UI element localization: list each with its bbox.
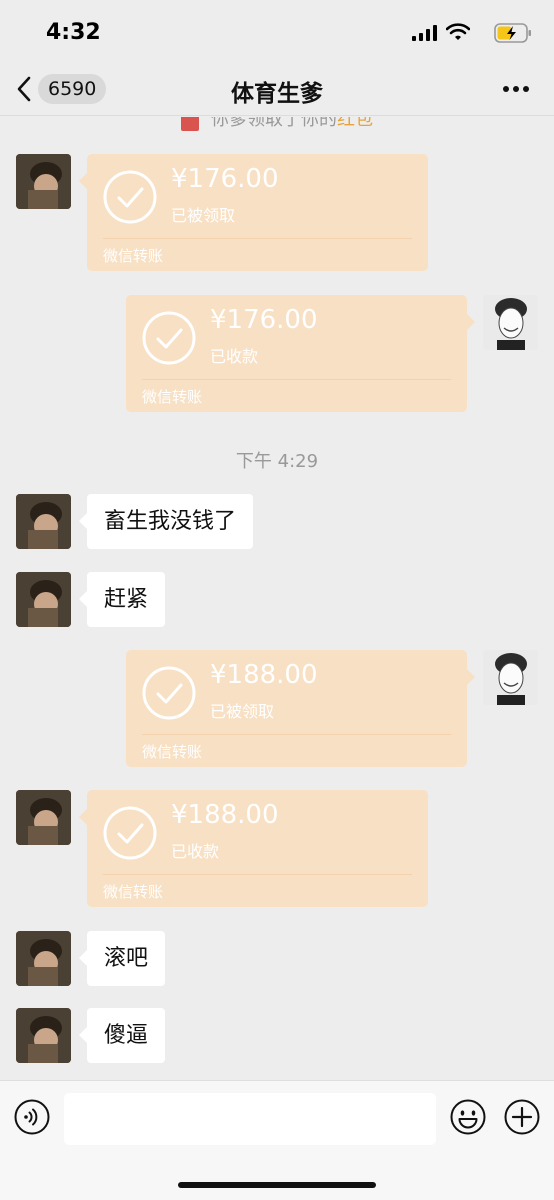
transfer-footer: 微信转账 (142, 388, 203, 406)
plus-icon[interactable] (504, 1099, 540, 1135)
avatar[interactable] (16, 1008, 71, 1063)
transfer-status: 已收款 (210, 347, 259, 366)
nav-bar: 6590 体育生爹 (0, 62, 554, 116)
status-time: 4:32 (46, 20, 101, 45)
avatar[interactable] (16, 494, 71, 549)
card-divider (142, 734, 451, 735)
text-message[interactable]: 畜生我没钱了 (78, 494, 254, 549)
chat-title: 体育生爹 (231, 81, 323, 107)
card-divider (142, 379, 451, 380)
check-icon (103, 170, 157, 224)
emoji-icon[interactable] (450, 1099, 486, 1135)
text-message[interactable]: 赶紧 (78, 572, 166, 627)
transfer-card[interactable]: ¥176.00 已收款 微信转账 (126, 295, 475, 412)
signal-icon (412, 25, 437, 41)
transfer-footer: 微信转账 (142, 743, 203, 761)
transfer-card[interactable]: ¥188.00 已收款 微信转账 (79, 790, 428, 907)
transfer-status: 已被领取 (210, 702, 275, 721)
check-icon (103, 806, 157, 860)
avatar[interactable] (483, 295, 538, 350)
avatar[interactable] (483, 650, 538, 705)
card-divider (103, 238, 412, 239)
red-packet-icon (181, 117, 199, 131)
card-divider (103, 874, 412, 875)
transfer-card[interactable]: ¥176.00 已被领取 微信转账 (79, 154, 428, 271)
status-bar: 4:32 (0, 0, 554, 62)
avatar[interactable] (16, 790, 71, 845)
transfer-card[interactable]: ¥188.00 已被领取 微信转账 (126, 650, 475, 767)
text-message[interactable]: 傻逼 (78, 1008, 166, 1063)
transfer-amount: ¥188.00 (171, 800, 279, 830)
message-input[interactable] (64, 1093, 436, 1145)
red-packet-link[interactable]: 红包 (337, 117, 373, 130)
text-message[interactable]: 滚吧 (78, 931, 166, 986)
chat-area[interactable]: 你爹领取了你的红包 ¥176.00 已被领取 微信转账 ¥176.00 已收款 … (0, 117, 554, 1080)
check-icon (142, 311, 196, 365)
voice-icon[interactable] (14, 1099, 50, 1135)
status-icons (402, 22, 532, 44)
avatar[interactable] (16, 572, 71, 627)
transfer-status: 已收款 (171, 842, 220, 861)
avatar[interactable] (16, 931, 71, 986)
transfer-amount: ¥176.00 (210, 305, 318, 335)
wifi-icon (446, 23, 470, 40)
battery-charging-icon (494, 23, 531, 43)
system-message-text: 你爹领取了你的 (211, 117, 337, 130)
system-message: 你爹领取了你的红包 (0, 117, 554, 131)
check-icon (142, 666, 196, 720)
transfer-footer: 微信转账 (103, 883, 164, 901)
transfer-amount: ¥188.00 (210, 660, 318, 690)
avatar[interactable] (16, 154, 71, 209)
time-divider: 下午 4:29 (235, 451, 319, 472)
transfer-amount: ¥176.00 (171, 164, 279, 194)
more-icon[interactable] (498, 76, 534, 102)
transfer-status: 已被领取 (171, 206, 236, 225)
home-indicator[interactable] (178, 1182, 376, 1188)
transfer-footer: 微信转账 (103, 247, 164, 265)
